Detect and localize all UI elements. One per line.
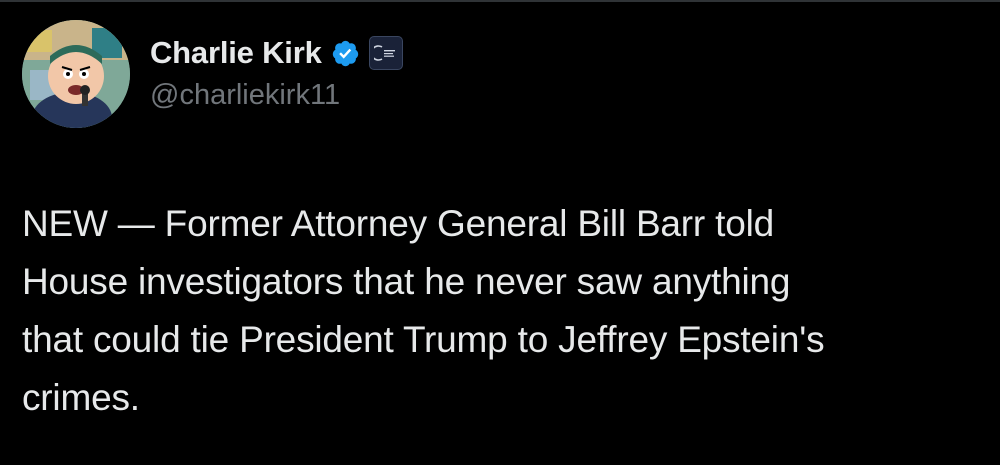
tweet-text-line: House investigators that he never saw an… (22, 261, 791, 302)
author-name-row: Charlie Kirk (150, 33, 403, 73)
author-display-name[interactable]: Charlie Kirk (150, 35, 322, 71)
tweet-text-line: NEW — Former Attorney General Bill Barr … (22, 203, 774, 244)
tweet-card: Charlie Kirk @charliekirk11 NEW — Former… (0, 0, 1000, 465)
tweet-text-line: crimes. (22, 377, 140, 418)
cartoon-avatar-icon (22, 20, 130, 128)
divider (0, 0, 1000, 2)
verified-badge-icon (331, 39, 360, 68)
tweet-text-line: that could tie President Trump to Jeffre… (22, 319, 825, 360)
affiliate-org-icon[interactable] (368, 36, 403, 70)
author-handle[interactable]: @charliekirk11 (150, 79, 340, 112)
avatar[interactable] (22, 20, 130, 128)
tweet-text: NEW — Former Attorney General Bill Barr … (22, 195, 972, 427)
